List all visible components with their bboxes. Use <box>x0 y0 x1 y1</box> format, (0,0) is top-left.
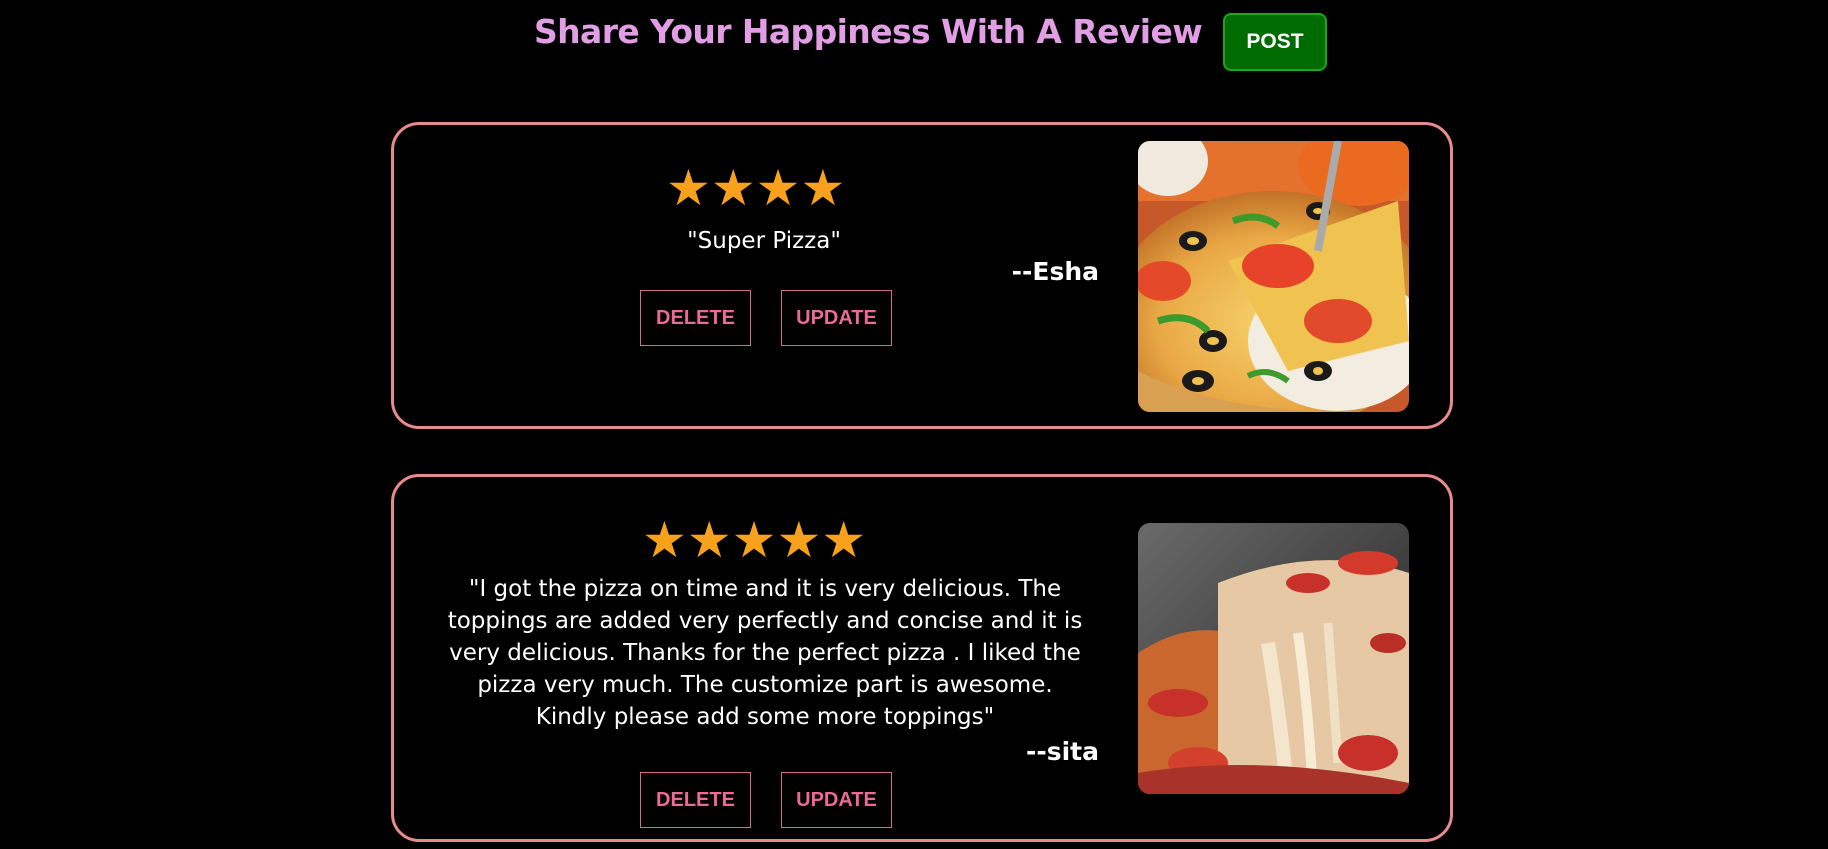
pizza-slice-photo <box>1138 141 1409 412</box>
cheesy-pizza-photo <box>1138 523 1409 794</box>
review-card: ★★★★ "Super Pizza" --Esha DELETE UPDATE <box>391 122 1453 429</box>
reviewer-name: --Esha <box>1011 257 1099 286</box>
review-text: "Super Pizza" <box>687 228 841 254</box>
star-rating: ★★★★ <box>666 159 846 217</box>
reviewer-name: --sita <box>1025 737 1099 766</box>
update-button[interactable]: UPDATE <box>781 772 892 828</box>
review-text: "I got the pizza on time and it is very … <box>447 576 1083 730</box>
review-card: ★★★★★ "I got the pizza on time and it is… <box>391 474 1453 842</box>
delete-button[interactable]: DELETE <box>640 772 751 828</box>
update-button[interactable]: UPDATE <box>781 290 892 346</box>
page-title: Share Your Happiness With A Review <box>534 12 1203 51</box>
star-rating: ★★★★★ <box>642 511 867 569</box>
reviews-page: Share Your Happiness With A Review POST … <box>0 0 1828 849</box>
post-button[interactable]: POST <box>1223 13 1327 71</box>
delete-button[interactable]: DELETE <box>640 290 751 346</box>
